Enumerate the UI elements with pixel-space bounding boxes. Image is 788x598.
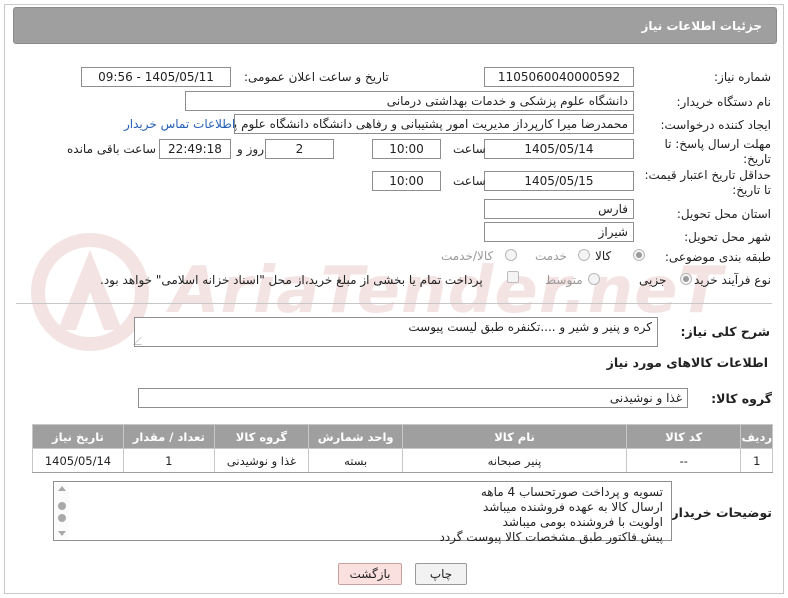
treasury-payment-label: پرداخت تمام یا بخشی از مبلغ خرید،از محل … — [100, 273, 483, 287]
announce-label: تاریخ و ساعت اعلان عمومی: — [244, 70, 389, 84]
note-line: پیش فاکتور طبق مشخصات کالا پیوست گردد — [439, 530, 663, 544]
min-price-label: حداقل تاریخ اعتبار قیمت: — [644, 168, 771, 182]
announce-field: 1405/05/11 - 09:56 — [81, 67, 231, 87]
city-label: شهر محل تحویل: — [684, 230, 771, 244]
col-goods-group: گروه کالا — [213, 424, 310, 449]
goods-group-label: گروه کالا: — [711, 391, 772, 406]
note-line: تسویه و پرداخت صورتحساب 4 ماهه — [480, 485, 663, 499]
items-table: ردیف کد کالا نام کالا واحد شمارش گروه کا… — [32, 424, 773, 473]
min-price-time-label: ساعت — [453, 174, 486, 188]
treasury-payment-checkbox[interactable] — [507, 271, 519, 283]
category-label: طبقه بندی موضوعی: — [664, 250, 771, 264]
table-header-row: ردیف کد کالا نام کالا واحد شمارش گروه کا… — [32, 424, 773, 449]
col-quantity: تعداد / مقدار — [122, 424, 215, 449]
summary-field: کره و پنیر و شیر و ....تکنفره طبق لیست پ… — [133, 317, 658, 347]
deadline-label-date: تاریخ: — [743, 152, 771, 166]
need-number-field: 1105060040000592 — [484, 67, 634, 87]
deadline-time-label: ساعت — [453, 142, 486, 156]
purchase-minor-radio[interactable] — [680, 273, 692, 285]
cell-quantity: 1 — [122, 448, 215, 473]
buyer-org-field: دانشگاه علوم پزشکی و خدمات بهداشتی درمان… — [185, 91, 634, 111]
print-button[interactable]: چاپ — [415, 563, 467, 585]
scroll-down-icon[interactable] — [58, 531, 66, 536]
deadline-date-field: 1405/05/14 — [484, 139, 634, 159]
min-price-time-field: 10:00 — [372, 171, 441, 191]
buyer-notes-field: تسویه و پرداخت صورتحساب 4 ماهه ارسال کال… — [53, 481, 672, 544]
min-price-label-date: تا تاریخ: — [732, 183, 771, 197]
summary-label: شرح کلی نیاز: — [680, 324, 770, 339]
need-number-label: شماره نیاز: — [714, 70, 771, 84]
requester-field: محمدرضا میرا کارپرداز مدیریت امور پشتیبا… — [234, 114, 634, 134]
province-field: فارس — [484, 199, 634, 219]
col-need-date: تاریخ نیاز — [32, 424, 124, 449]
category-service-radio[interactable] — [578, 249, 590, 261]
remaining-time-field: 22:49:18 — [159, 139, 231, 159]
category-service-label: خدمت — [535, 249, 567, 263]
note-line: اولویت با فروشنده بومی میباشد — [502, 515, 663, 529]
purchase-medium-label: متوسط — [545, 273, 583, 287]
deadline-label: مهلت ارسال پاسخ: تا — [664, 137, 771, 151]
resize-handle[interactable] — [133, 337, 149, 345]
requester-label: ایجاد کننده درخواست: — [660, 118, 771, 132]
goods-section-title: اطلاعات کالاهای مورد نیاز — [606, 355, 768, 370]
note-line: ارسال کالا به عهده فروشنده میباشد — [483, 500, 663, 514]
deadline-time-field: 10:00 — [372, 139, 441, 159]
purchase-medium-radio[interactable] — [588, 273, 600, 285]
col-unit: واحد شمارش — [308, 424, 404, 449]
summary-text: کره و پنیر و شیر و ....تکنفره طبق لیست پ… — [408, 320, 652, 334]
cell-unit: بسته — [308, 448, 404, 473]
remaining-label: ساعت باقی مانده — [67, 142, 157, 156]
category-goods-service-label: کالا/خدمت — [441, 249, 494, 263]
cell-row-number: 1 — [740, 448, 773, 473]
category-goods-service-radio[interactable] — [505, 249, 517, 261]
purchase-type-label: نوع فرآیند خرید : — [686, 273, 771, 287]
city-field: شیراز — [484, 222, 634, 242]
days-label: روز و — [237, 142, 264, 156]
section-divider — [16, 303, 772, 304]
category-goods-label: کالا — [595, 249, 612, 263]
buyer-org-label: نام دستگاه خریدار: — [676, 95, 772, 109]
cell-goods-group: غذا و نوشیدنی — [213, 448, 310, 473]
cell-need-date: 1405/05/14 — [32, 448, 124, 473]
scroll-thumb[interactable] — [58, 502, 66, 510]
cell-item-code: -- — [625, 448, 742, 473]
purchase-minor-label: جزیی — [639, 273, 667, 287]
goods-group-field: غذا و نوشیدنی — [138, 388, 688, 408]
buyer-contact-link[interactable]: اطلاعات تماس خریدار — [124, 117, 235, 131]
province-label: استان محل تحویل: — [676, 207, 771, 221]
header-bar: جزئیات اطلاعات نیاز — [13, 7, 777, 44]
days-remaining-field: 2 — [265, 139, 334, 159]
table-row: 1 -- پنیر صبحانه بسته غذا و نوشیدنی 1 14… — [32, 448, 773, 473]
col-row-number: ردیف — [740, 424, 773, 449]
scroll-dot — [58, 514, 66, 522]
category-goods-radio[interactable] — [633, 249, 645, 261]
page-title: جزئیات اطلاعات نیاز — [641, 19, 762, 33]
col-item-code: کد کالا — [625, 424, 742, 449]
buyer-notes-label: توضیحات خریدار: — [666, 505, 772, 520]
buyer-notes-text: تسویه و پرداخت صورتحساب 4 ماهه ارسال کال… — [439, 485, 663, 545]
min-price-date-field: 1405/05/15 — [484, 171, 634, 191]
scroll-up-icon[interactable] — [58, 486, 66, 491]
back-button[interactable]: بازگشت — [338, 563, 402, 585]
cell-item-name: پنیر صبحانه — [402, 448, 627, 473]
notes-scrollbar[interactable] — [55, 483, 69, 539]
col-item-name: نام کالا — [402, 424, 627, 449]
